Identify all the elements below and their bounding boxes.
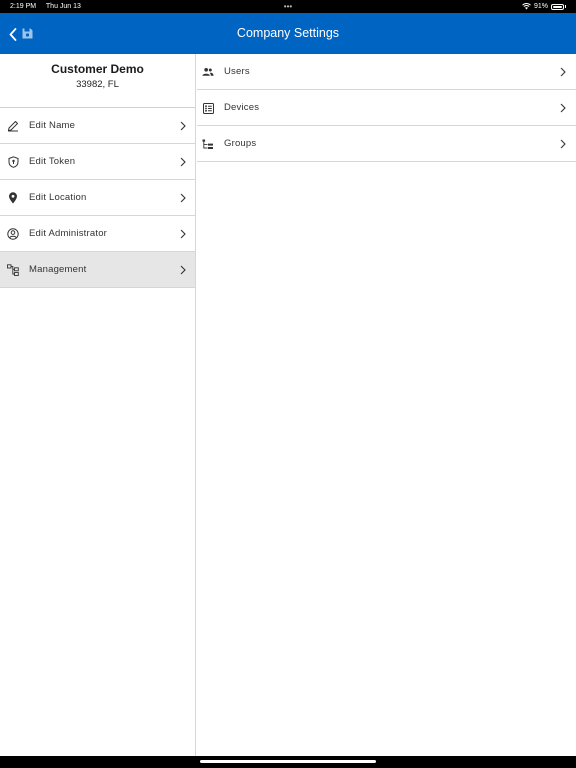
status-date: Thu Jun 13 (45, 3, 81, 10)
menu-item-label: Groups (224, 138, 257, 149)
menu-item-label: Edit Token (29, 156, 76, 167)
location-pin-icon (7, 192, 19, 204)
menu-item-edit-name[interactable]: Edit Name (0, 108, 195, 144)
menu-item-edit-token[interactable]: Edit Token (0, 144, 195, 180)
menu-item-devices[interactable]: Devices (197, 90, 576, 126)
left-pane: Customer Demo 33982, FL Edit Name Edit T… (0, 54, 196, 756)
menu-item-label: Edit Name (29, 120, 76, 131)
status-bar: 2:19 PM Thu Jun 13 ••• 91% (0, 0, 576, 13)
chevron-right-icon (180, 157, 186, 167)
home-indicator[interactable] (200, 760, 376, 763)
page-title: Company Settings (236, 26, 340, 40)
chevron-right-icon (560, 67, 566, 77)
menu-item-edit-administrator[interactable]: Edit Administrator (0, 216, 195, 252)
menu-item-label: Edit Location (29, 192, 87, 203)
menu-item-label: Devices (224, 102, 260, 113)
menu-item-management[interactable]: Management (0, 252, 195, 288)
menu-item-label: Management (29, 264, 87, 275)
nav-bar: Company Settings (0, 13, 576, 54)
wifi-icon (522, 3, 531, 10)
people-icon (202, 66, 214, 78)
status-time: 2:19 PM (10, 3, 37, 10)
menu-item-label: Users (224, 66, 250, 77)
battery-percent: 91% (533, 3, 548, 10)
menu-item-edit-location[interactable]: Edit Location (0, 180, 195, 216)
chevron-right-icon (180, 121, 186, 131)
right-pane: Users Devices Groups (197, 54, 576, 756)
chevron-right-icon (180, 193, 186, 203)
status-left: 2:19 PM Thu Jun 13 (10, 0, 89, 13)
chevron-right-icon (180, 265, 186, 275)
status-right: 91% (522, 0, 566, 13)
menu-item-groups[interactable]: Groups (197, 126, 576, 162)
company-profile: Customer Demo 33982, FL (0, 54, 195, 108)
shield-icon (7, 156, 19, 168)
company-name: Customer Demo (51, 62, 144, 76)
menu-item-users[interactable]: Users (197, 54, 576, 90)
menu-item-label: Edit Administrator (29, 228, 108, 239)
device-list-icon (202, 102, 214, 114)
battery-icon (551, 3, 564, 10)
pencil-icon (7, 120, 19, 132)
hierarchy-icon (7, 264, 19, 276)
tree-icon (202, 138, 214, 150)
multitasking-dots[interactable]: ••• (280, 0, 296, 13)
chevron-right-icon (560, 103, 566, 113)
chevron-right-icon (180, 229, 186, 239)
user-circle-icon (7, 228, 19, 240)
company-location: 33982, FL (76, 79, 119, 90)
screen: 2:19 PM Thu Jun 13 ••• 91% Company Setti… (0, 0, 576, 768)
home-bar (0, 756, 576, 768)
chevron-right-icon (560, 139, 566, 149)
